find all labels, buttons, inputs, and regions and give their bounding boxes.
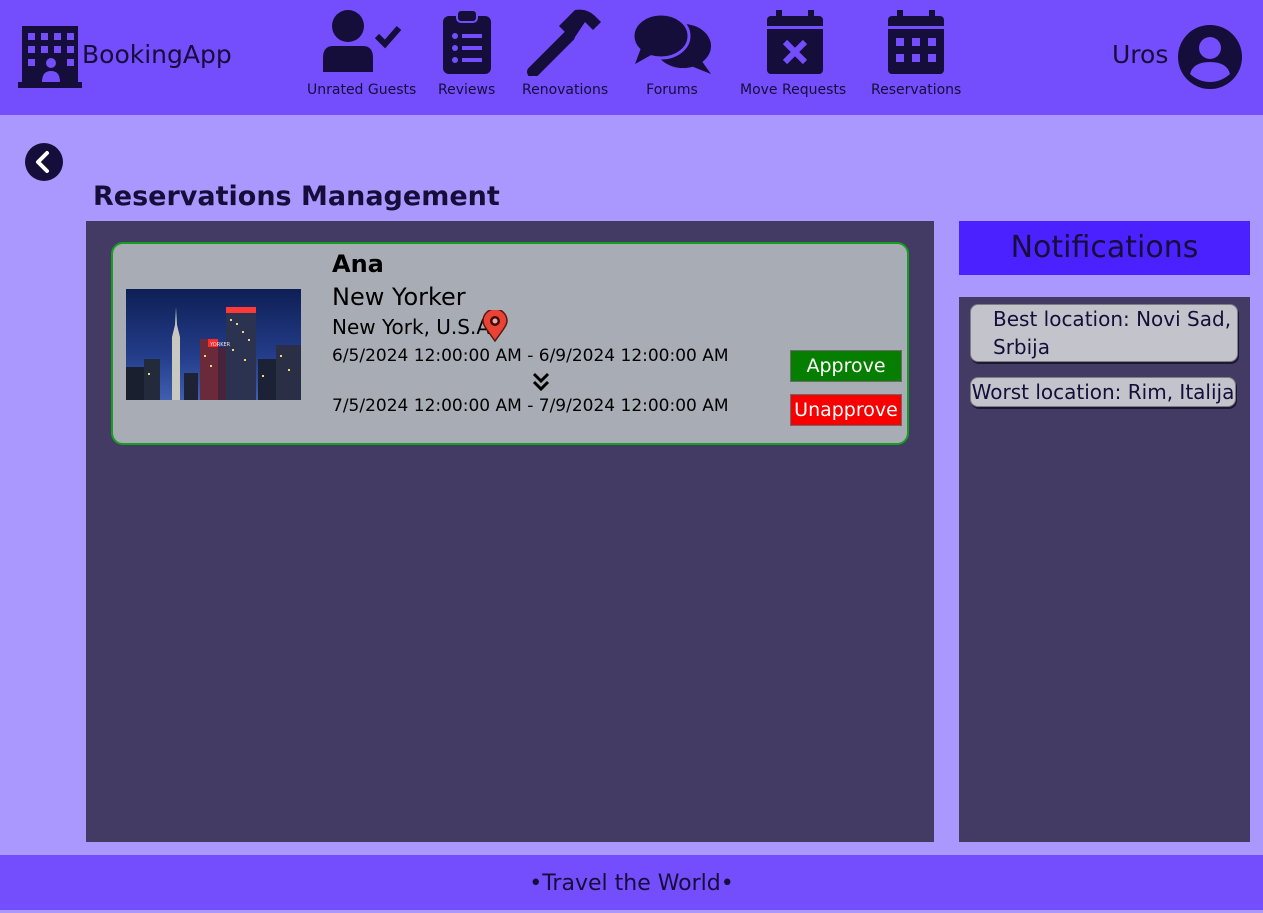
page-title: Reservations Management <box>93 181 500 212</box>
nav-label: Unrated Guests <box>307 82 417 98</box>
notifications-title: Notifications <box>959 221 1250 275</box>
svg-text:YORKER: YORKER <box>209 342 231 348</box>
requested-dates: 7/5/2024 12:00:00 AM - 7/9/2024 12:00:00… <box>332 396 729 416</box>
app-title: BookingApp <box>82 40 232 69</box>
nav-label: Reviews <box>438 82 496 98</box>
hammer-icon <box>527 9 602 76</box>
calendar-grid-icon <box>888 10 945 74</box>
double-chevron-down-icon <box>532 372 550 392</box>
notifications-panel: Best location: Novi Sad, Srbija Worst lo… <box>959 297 1250 842</box>
nav-label: Move Requests <box>740 82 847 98</box>
notification-item[interactable]: Best location: Novi Sad, Srbija <box>970 304 1238 362</box>
accommodation-name: New Yorker <box>332 283 466 311</box>
nav-forums[interactable]: Forums <box>631 8 713 98</box>
nav-label: Reservations <box>871 82 962 98</box>
reservation-card[interactable]: YORKER Ana New Yorker New York, U.S.A 6/… <box>111 242 909 445</box>
user-name: Uros <box>1112 40 1169 69</box>
guest-name: Ana <box>332 250 384 278</box>
calendar-x-icon <box>767 10 824 74</box>
unapprove-button[interactable]: Unapprove <box>790 394 902 426</box>
accommodation-location: New York, U.S.A <box>332 315 491 339</box>
chat-bubbles-icon <box>631 12 711 74</box>
original-dates: 6/5/2024 12:00:00 AM - 6/9/2024 12:00:00… <box>332 346 729 366</box>
clipboard-list-icon <box>442 9 491 74</box>
map-pin-icon <box>482 310 508 342</box>
reservations-list: YORKER Ana New Yorker New York, U.S.A 6/… <box>86 221 934 842</box>
footer-tagline: •Travel the World• <box>0 855 1263 910</box>
nav-unrated-guests[interactable]: Unrated Guests <box>307 8 416 98</box>
nav-move-requests[interactable]: Move Requests <box>740 8 846 98</box>
nav-renovations[interactable]: Renovations <box>522 8 608 98</box>
back-button[interactable] <box>24 142 64 182</box>
accommodation-photo: YORKER <box>126 289 301 400</box>
user-circle-icon[interactable] <box>1177 24 1243 90</box>
approve-button[interactable]: Approve <box>790 350 902 382</box>
top-bar: BookingApp Unrated Guests Reviews Renova… <box>0 0 1263 115</box>
nav-reviews[interactable]: Reviews <box>438 8 495 98</box>
user-check-icon <box>322 10 401 72</box>
hotel-building-icon <box>18 26 82 88</box>
nav-label: Renovations <box>522 82 609 98</box>
nav-reservations[interactable]: Reservations <box>871 8 961 98</box>
notification-item[interactable]: Worst location: Rim, Italija <box>970 377 1236 407</box>
nav-label: Forums <box>646 82 698 98</box>
